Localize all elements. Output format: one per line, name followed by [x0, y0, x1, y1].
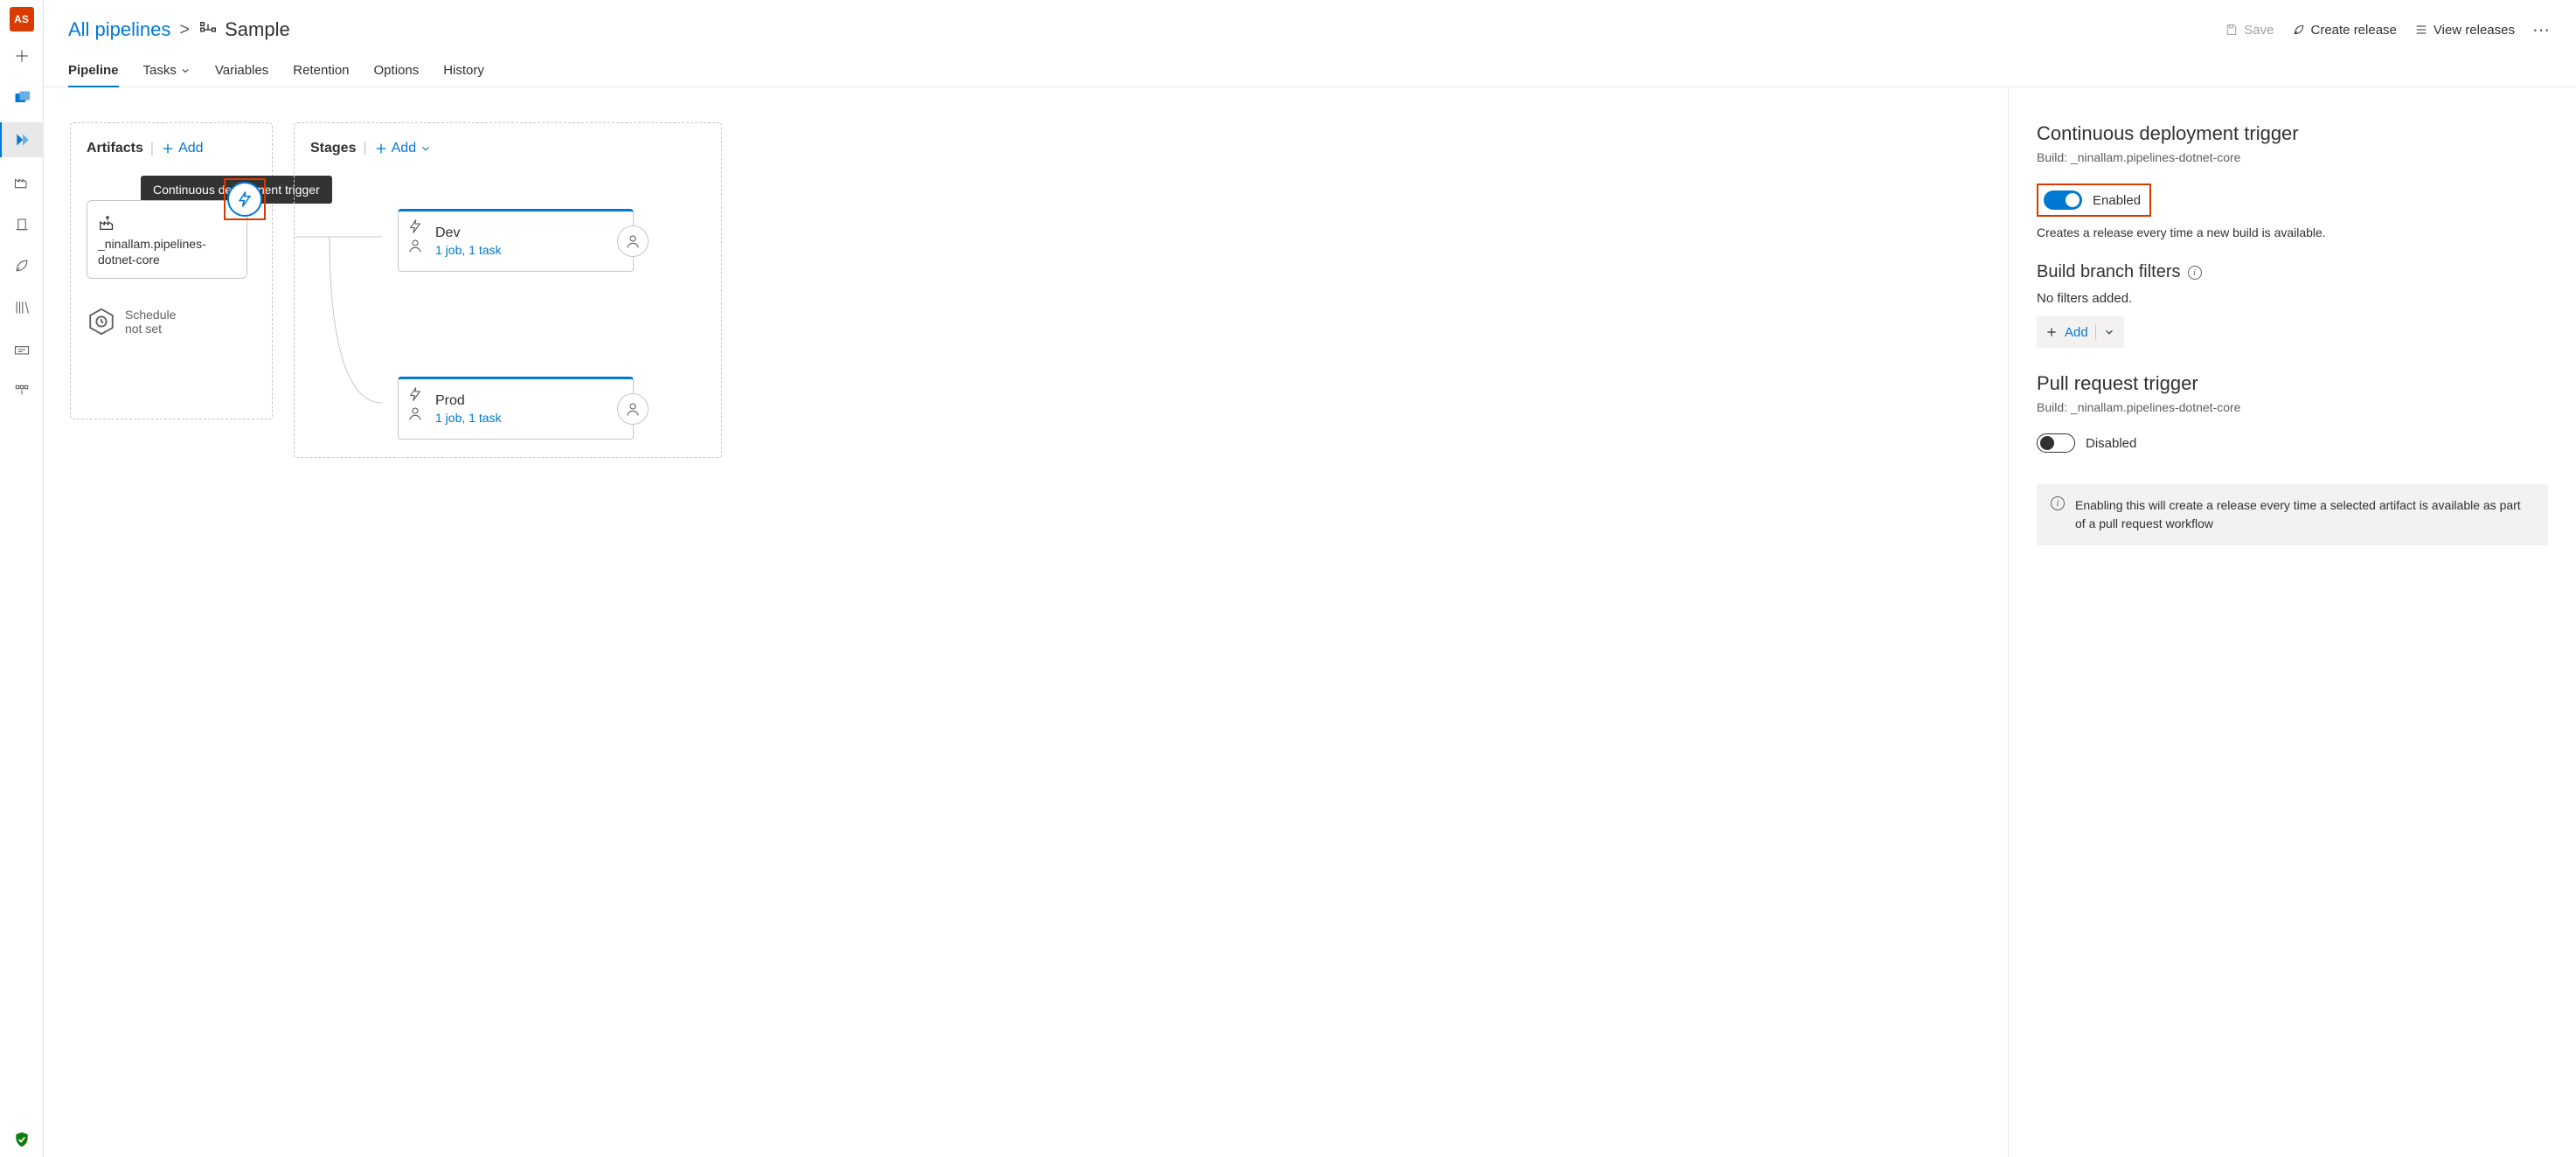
rail-add[interactable]	[0, 38, 44, 73]
cd-enabled-toggle[interactable]	[2044, 191, 2082, 210]
tab-options[interactable]: Options	[374, 63, 420, 87]
chevron-down-icon	[2103, 326, 2115, 338]
clock-icon	[87, 305, 116, 338]
breadcrumb-root[interactable]: All pipelines	[68, 18, 170, 41]
lightning-icon	[407, 218, 423, 234]
rail-boards[interactable]	[0, 80, 44, 115]
stage-name: Dev	[435, 225, 502, 241]
server-icon	[13, 215, 31, 232]
rail-status[interactable]	[0, 1122, 44, 1157]
breadcrumb-sep: >	[179, 20, 190, 40]
project-avatar[interactable]: AS	[10, 7, 34, 31]
build-artifact-icon	[98, 213, 117, 232]
artifact-card[interactable]: _ninallam.pipelines-dotnet-core	[87, 200, 247, 279]
person-icon	[407, 238, 423, 253]
lightning-icon	[236, 191, 253, 208]
library-icon	[13, 299, 31, 316]
cd-toggle-highlight: Enabled	[2037, 184, 2151, 217]
shield-check-icon	[13, 1131, 31, 1148]
no-filters-text: No filters added.	[2037, 291, 2548, 306]
deployment-group-icon	[13, 383, 31, 400]
stage-postdeploy-button[interactable]	[617, 225, 649, 257]
cd-build-label: Build: _ninallam.pipelines-dotnet-core	[2037, 150, 2548, 164]
tabs: Pipeline Tasks Variables Retention Optio…	[44, 52, 2576, 87]
tab-pipeline[interactable]: Pipeline	[68, 63, 119, 87]
tab-variables[interactable]: Variables	[215, 63, 268, 87]
rail-library[interactable]	[0, 290, 44, 325]
branch-filters-heading: Build branch filters	[2037, 262, 2181, 282]
view-releases-button[interactable]: View releases	[2414, 23, 2515, 38]
create-release-button[interactable]: Create release	[2292, 23, 2397, 38]
stage-card-prod[interactable]: Prod 1 job, 1 task	[398, 377, 634, 440]
schedule-line1: Schedule	[125, 308, 176, 322]
boards-icon	[13, 89, 31, 107]
plus-icon	[13, 47, 31, 65]
factory-icon	[13, 173, 31, 191]
artifacts-column: Artifacts | Add Continuous deployment tr…	[70, 122, 273, 419]
cd-trigger-badge[interactable]	[227, 182, 262, 217]
stage-postdeploy-button[interactable]	[617, 393, 649, 425]
stage-predeploy-icons[interactable]	[407, 218, 423, 253]
main-column: All pipelines > Sample Save Create relea…	[44, 0, 2576, 1157]
release-definition-icon	[198, 20, 218, 39]
plus-icon	[161, 142, 175, 156]
list-icon	[2414, 23, 2428, 37]
plus-icon	[374, 142, 388, 156]
rocket-icon	[2292, 23, 2306, 37]
tab-tasks[interactable]: Tasks	[143, 63, 191, 87]
schedule-row[interactable]: Schedule not set	[87, 305, 256, 338]
content: Artifacts | Add Continuous deployment tr…	[44, 87, 2576, 1157]
add-artifact-link[interactable]: Add	[161, 141, 203, 156]
chevron-down-icon	[180, 66, 191, 76]
stage-jobs-link[interactable]: 1 job, 1 task	[435, 243, 502, 257]
stage-jobs-link[interactable]: 1 job, 1 task	[435, 411, 502, 425]
cd-hint: Creates a release every time a new build…	[2037, 225, 2548, 239]
rail-environments[interactable]	[0, 164, 44, 199]
person-icon	[625, 233, 641, 249]
stage-name: Prod	[435, 393, 502, 409]
stages-column: Stages | Add	[294, 122, 722, 458]
rocket-icon	[13, 257, 31, 274]
pr-disabled-label: Disabled	[2086, 436, 2136, 451]
pr-trigger-heading: Pull request trigger	[2037, 372, 2548, 395]
pipelines-icon	[14, 131, 31, 149]
pr-build-label: Build: _ninallam.pipelines-dotnet-core	[2037, 400, 2548, 414]
person-icon	[407, 405, 423, 421]
pr-enabled-toggle[interactable]	[2037, 433, 2075, 453]
artifacts-header: Artifacts	[87, 141, 143, 156]
pipeline-title: Sample	[225, 18, 290, 41]
taskgroup-icon	[13, 341, 31, 358]
schedule-line2: not set	[125, 322, 176, 336]
tab-retention[interactable]: Retention	[293, 63, 349, 87]
rail-taskgroups[interactable]	[0, 332, 44, 367]
pr-banner-text: Enabling this will create a release ever…	[2075, 496, 2534, 533]
stage-predeploy-icons[interactable]	[407, 386, 423, 421]
pipeline-canvas: Artifacts | Add Continuous deployment tr…	[44, 87, 2008, 1157]
stages-header: Stages	[310, 141, 356, 156]
rail-deployment-groups[interactable]	[0, 374, 44, 409]
properties-panel: Continuous deployment trigger Build: _ni…	[2008, 87, 2576, 1157]
pr-info-banner: i Enabling this will create a release ev…	[2037, 484, 2548, 545]
add-filter-button[interactable]: Add	[2037, 316, 2124, 348]
tab-history[interactable]: History	[443, 63, 484, 87]
stage-card-dev[interactable]: Dev 1 job, 1 task	[398, 209, 634, 272]
add-stage-link[interactable]: Add	[374, 141, 432, 156]
cd-trigger-heading: Continuous deployment trigger	[2037, 122, 2548, 145]
rail-releases[interactable]	[0, 206, 44, 241]
header: All pipelines > Sample Save Create relea…	[44, 0, 2576, 52]
more-actions[interactable]: ⋯	[2532, 19, 2552, 41]
plus-icon	[2045, 326, 2058, 338]
info-icon: i	[2051, 496, 2065, 510]
cd-enabled-label: Enabled	[2093, 193, 2141, 208]
left-rail: AS	[0, 0, 44, 1157]
save-icon	[2225, 23, 2239, 37]
lightning-icon	[407, 386, 423, 402]
save-button: Save	[2225, 23, 2274, 38]
chevron-down-icon	[420, 142, 432, 155]
info-icon[interactable]: i	[2188, 266, 2202, 280]
rail-pipelines[interactable]	[0, 122, 44, 157]
rail-rocket[interactable]	[0, 248, 44, 283]
artifact-name: _ninallam.pipelines-dotnet-core	[98, 236, 236, 267]
person-icon	[625, 401, 641, 417]
